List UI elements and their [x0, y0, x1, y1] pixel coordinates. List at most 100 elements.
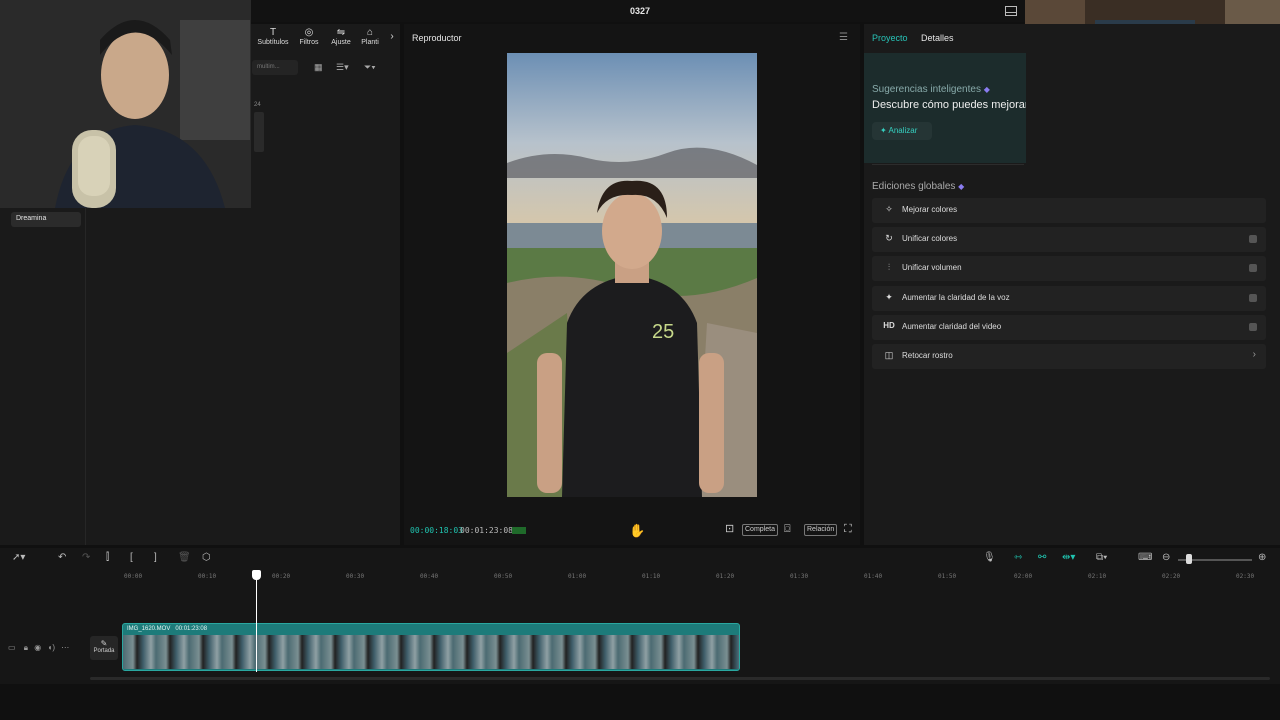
filters-icon: ◎ — [304, 27, 314, 38]
tool-subtitles[interactable]: T Subtítulos — [256, 27, 290, 46]
track-collapse-icon[interactable]: ▭ — [8, 643, 16, 652]
timeline-horizontal-scrollbar[interactable] — [90, 677, 1270, 680]
tick-label: 02:20 — [1162, 573, 1181, 580]
sort-icon[interactable]: ☰▾ — [336, 62, 349, 73]
smart-title-label: Sugerencias inteligentes — [872, 84, 981, 95]
tick-label: 01:20 — [716, 573, 735, 580]
filter-icon[interactable]: ⏷▾ — [364, 62, 376, 73]
edit-toggle[interactable] — [1249, 264, 1257, 272]
captions-icon[interactable]: ⌨ — [1138, 552, 1152, 563]
tick-label: 01:30 — [790, 573, 809, 580]
face-retouch-icon: ◫ — [884, 350, 894, 360]
cover-label: Portada — [93, 648, 115, 654]
video-preview-image: 25 — [507, 53, 757, 497]
clip-label: IMG_1620.MOV 00:01:23:08 — [127, 626, 207, 632]
sidebar-item-dreamina[interactable]: Dreamina — [11, 212, 81, 227]
gem-icon: ◆ — [958, 182, 965, 191]
tick-label: 00:50 — [494, 573, 513, 580]
edit-label: Unificar volumen — [902, 263, 962, 272]
fullscreen-icon[interactable]: ⛶ — [844, 523, 852, 535]
tool-adjust[interactable]: ⇋ Ajuste — [324, 27, 358, 46]
color-sync-icon: ↻ — [885, 233, 893, 243]
preview-axis-icon[interactable]: ⇹▾ — [1062, 552, 1075, 563]
tick-label: 01:00 — [568, 573, 587, 580]
track-controls: ▭ 🔒︎ ◉ ◖) ⋯ — [8, 643, 69, 653]
aspect-ratio-button[interactable]: Relación — [804, 524, 838, 536]
delete-icon[interactable]: 🗑 — [178, 552, 191, 563]
grid-view-icon[interactable]: ▦ — [314, 62, 323, 73]
tick-label: 00:00 — [124, 573, 143, 580]
magnet-icon[interactable]: ⇿ — [1014, 552, 1022, 563]
media-scrollbar[interactable] — [254, 112, 264, 152]
more-icon[interactable]: ⋯ — [61, 643, 69, 652]
edit-label: Aumentar claridad del video — [902, 322, 1002, 331]
player-menu-icon[interactable]: ☰ — [839, 32, 848, 43]
edit-row-unify-colors[interactable]: ↻ Unificar colores — [872, 227, 1266, 252]
tab-project[interactable]: Proyecto — [872, 33, 908, 43]
trim-left-icon[interactable]: [ — [130, 552, 133, 563]
edit-toggle[interactable] — [1249, 294, 1257, 302]
clip-duration: 00:01:23:08 — [175, 626, 208, 632]
mute-icon[interactable]: ◖) — [48, 643, 56, 652]
visibility-icon[interactable]: ◉ — [34, 643, 41, 652]
media-stub-text: 24 — [254, 102, 261, 108]
analyze-label: Analizar — [888, 126, 918, 135]
playhead[interactable] — [256, 576, 257, 672]
media-sidebar — [0, 208, 86, 545]
video-clip[interactable]: IMG_1620.MOV 00:01:23:08 — [122, 623, 740, 671]
edit-row-unify-volume[interactable]: ⫶ Unificar volumen — [872, 256, 1266, 281]
zoom-out-icon[interactable]: ⊖ — [1162, 552, 1170, 563]
full-quality-button[interactable]: Completa — [742, 524, 778, 536]
edit-row-voice-clarity[interactable]: ✦ Aumentar la claridad de la voz — [872, 286, 1266, 311]
global-edits-label: Ediciones globales — [872, 181, 956, 192]
cover-button[interactable]: ✎ Portada — [90, 636, 118, 660]
edit-row-video-clarity[interactable]: HD Aumentar claridad del video — [872, 315, 1266, 340]
tick-label: 01:10 — [642, 573, 661, 580]
hand-cursor-icon: ✋ — [629, 523, 646, 538]
select-tool-icon[interactable]: ➚▾ — [12, 552, 25, 563]
edit-toggle[interactable] — [1249, 323, 1257, 331]
link-icon[interactable]: ⚯ — [1038, 552, 1046, 563]
edit-row-retouch-face[interactable]: ◫ Retocar rostro › — [872, 344, 1266, 369]
tool-filters[interactable]: ◎ Filtros — [292, 27, 326, 46]
marker-icon[interactable]: ⬡ — [202, 552, 211, 563]
tab-details[interactable]: Detalles — [921, 33, 954, 43]
edit-label: Aumentar la claridad de la voz — [902, 293, 1010, 302]
gem-icon: ◆ — [983, 85, 990, 94]
magic-wand-icon: ✧ — [885, 204, 893, 214]
analyze-button[interactable]: ✦ Analizar — [872, 122, 932, 140]
snapshot-icon[interactable]: ⌼ — [784, 523, 791, 535]
total-time: 00:01:23:08 — [460, 526, 513, 535]
media-search-input[interactable]: multim... — [252, 60, 298, 75]
tick-label: 00:10 — [198, 573, 217, 580]
redo-icon[interactable]: ↷ — [82, 552, 90, 563]
tool-templates[interactable]: ⌂ Planti — [356, 27, 384, 46]
layout-icon[interactable] — [1005, 6, 1017, 16]
smart-suggestions-title: Sugerencias inteligentes ◆ — [872, 84, 990, 95]
svg-text:25: 25 — [652, 321, 674, 343]
webcam-overlay-left — [0, 0, 251, 208]
lock-icon[interactable]: 🔒︎ — [24, 643, 28, 652]
crop-icon[interactable]: ⊡ — [725, 523, 734, 535]
split-icon[interactable]: ⫿ — [106, 552, 109, 563]
undo-icon[interactable]: ↶ — [58, 552, 66, 563]
snap-icon[interactable]: ⧉▾ — [1096, 552, 1107, 563]
edit-label: Unificar colores — [902, 234, 958, 243]
tool-adjust-label: Ajuste — [331, 39, 351, 46]
clip-name: IMG_1620.MOV — [127, 626, 171, 632]
subtitles-icon: T — [269, 27, 277, 38]
edit-row-enhance-colors[interactable]: ✧ Mejorar colores — [872, 198, 1266, 223]
edit-label: Mejorar colores — [902, 205, 958, 214]
microphone-icon[interactable]: 🎙 — [983, 552, 996, 563]
tool-templates-label: Planti — [361, 39, 379, 46]
more-tools-chevron-icon[interactable]: › — [386, 31, 398, 42]
templates-icon: ⌂ — [366, 27, 374, 38]
edit-toggle[interactable] — [1249, 235, 1257, 243]
current-time: 00:00:18:03 — [410, 526, 463, 535]
trim-right-icon[interactable]: ] — [154, 552, 157, 563]
pencil-icon: ✎ — [100, 639, 108, 648]
zoom-slider-handle[interactable] — [1186, 554, 1192, 564]
tick-label: 00:40 — [420, 573, 439, 580]
video-preview[interactable]: 25 — [507, 53, 757, 497]
zoom-in-icon[interactable]: ⊕ — [1258, 552, 1266, 563]
